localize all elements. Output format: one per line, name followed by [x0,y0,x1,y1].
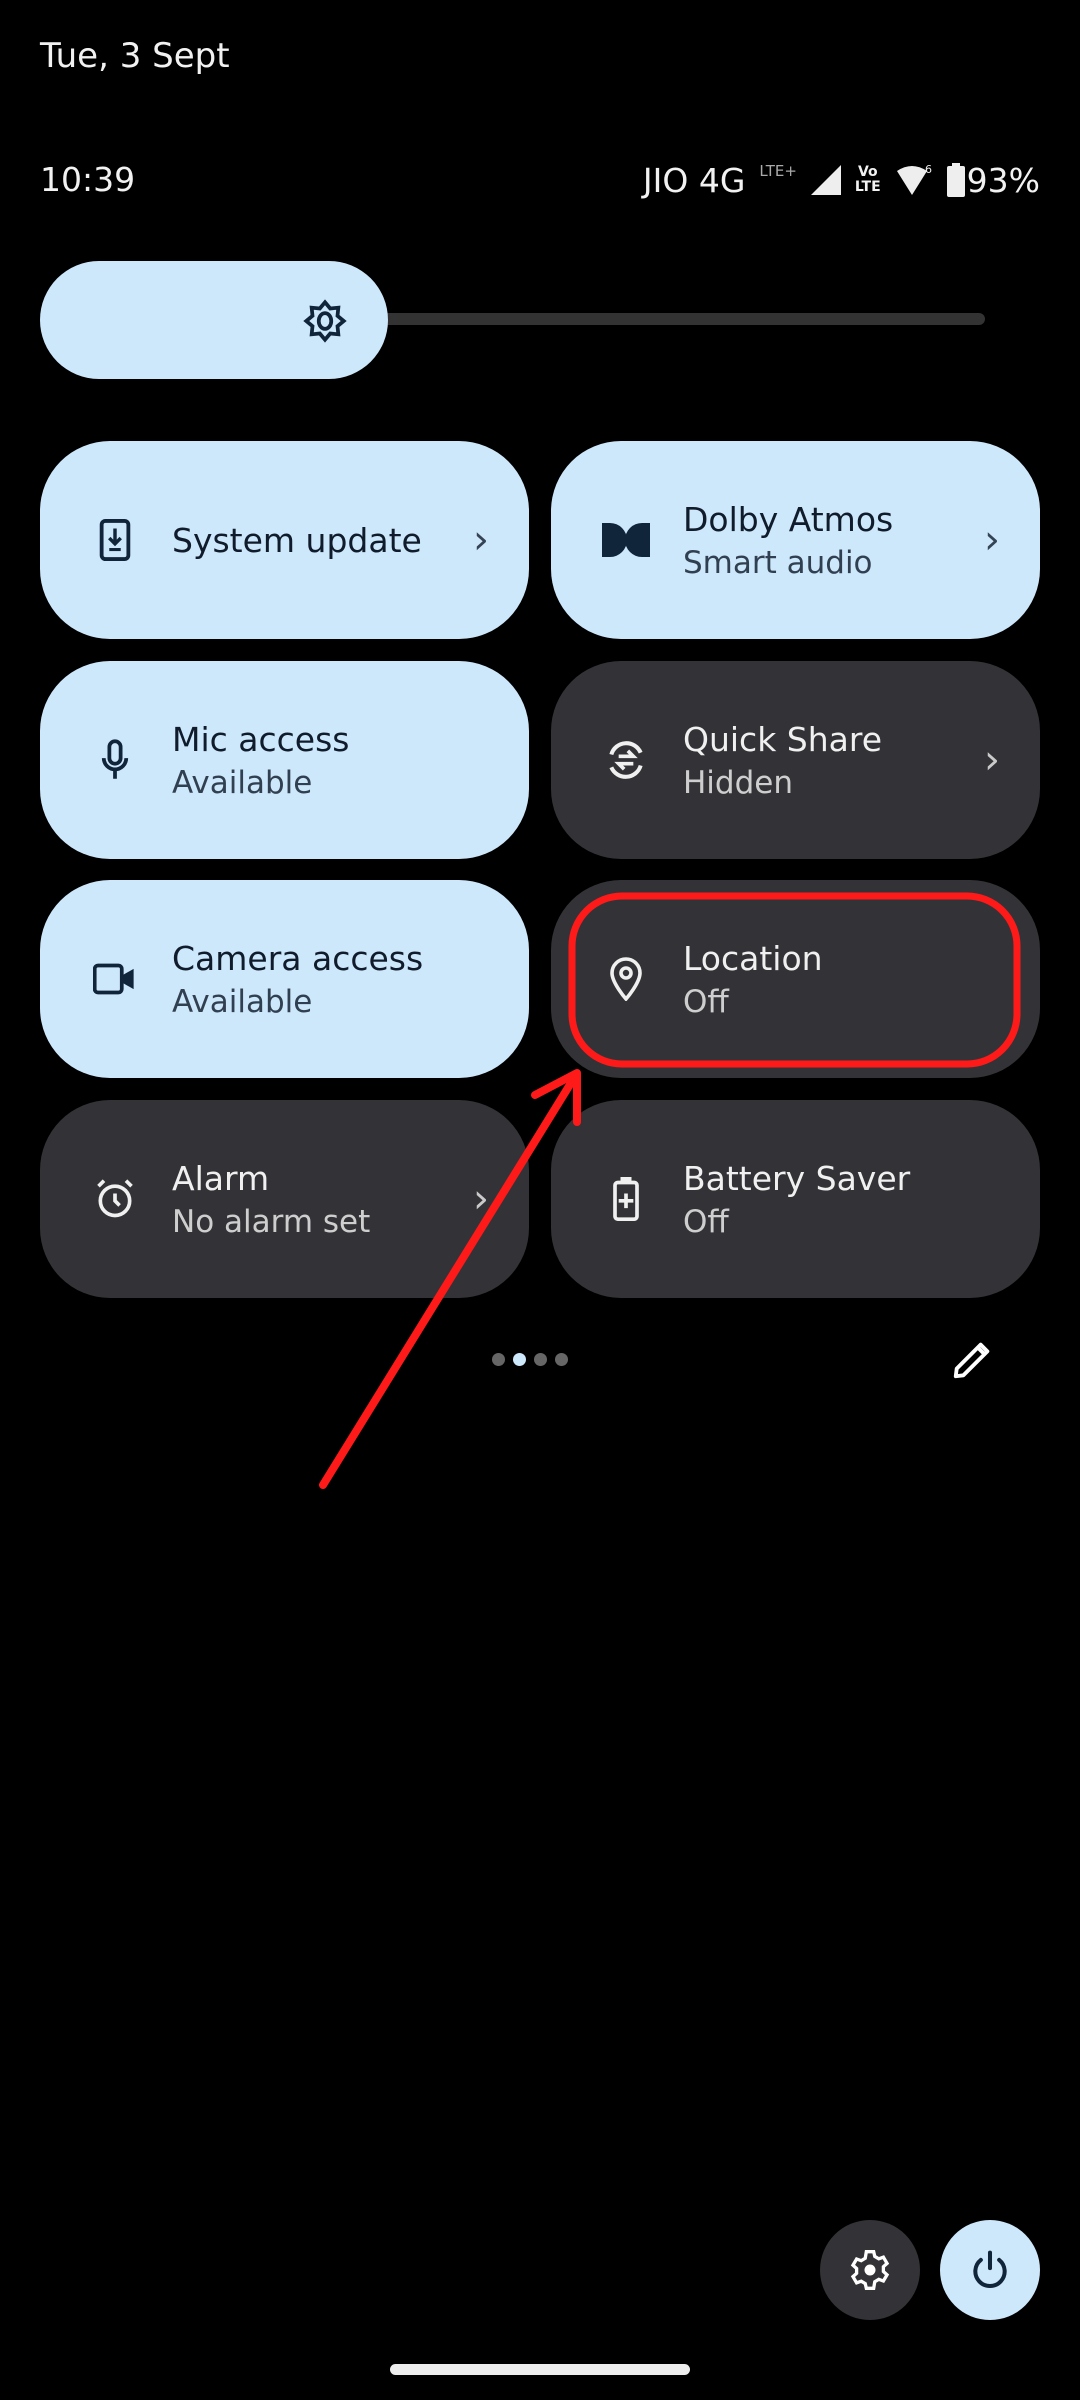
tile-title: Mic access [172,719,350,759]
location-pin-icon [601,954,651,1004]
cell-signal-icon [810,165,841,195]
tile-subtitle: Smart audio [683,544,873,581]
tile-subtitle: Available [172,764,313,801]
volte-icon: Vo LTE [854,164,881,195]
tile-subtitle: Hidden [683,764,793,801]
dolby-icon [601,515,651,565]
chevron-right-icon[interactable]: › [473,517,489,563]
date: Tue, 3 Sept [40,36,230,76]
tile-alarm[interactable]: Alarm No alarm set › [40,1100,529,1298]
battery-saver-icon [601,1174,651,1224]
power-icon [973,2250,1007,2288]
tile-title: System update [172,520,422,560]
tile-subtitle: Available [172,983,313,1020]
carrier-label: JIO 4G [642,160,746,200]
tile-quick-share[interactable]: Quick Share Hidden › [551,661,1040,859]
lte-plus-icon: LTE+ [759,162,797,180]
camera-icon [90,954,140,1004]
brightness-icon [303,299,347,343]
chevron-right-icon[interactable]: › [984,737,1000,783]
wifi-icon: 6 [896,163,932,195]
tile-title: Quick Share [683,719,883,759]
page-dot-4[interactable] [555,1353,568,1366]
page-dot-1[interactable] [492,1353,505,1366]
clock: 10:39 [40,160,136,199]
tile-subtitle: Off [683,1203,729,1240]
edit-pencil-icon[interactable] [950,1336,996,1382]
tile-system-update[interactable]: System update › [40,441,529,639]
tile-location[interactable]: Location Off [551,880,1040,1078]
annotation-arrow-head [531,1069,581,1126]
settings-button[interactable] [820,2220,920,2320]
alarm-clock-icon [90,1174,140,1224]
tile-title: Dolby Atmos [683,499,894,539]
svg-text:6: 6 [925,163,932,176]
battery-percent: 93% [966,160,1040,200]
quick-share-icon [601,735,651,785]
home-gesture-bar[interactable] [390,2364,690,2375]
gear-icon [850,2250,890,2290]
system-update-icon [90,515,140,565]
tile-title: Camera access [172,938,424,978]
tile-title: Battery Saver [683,1158,911,1198]
tile-mic-access[interactable]: Mic access Available [40,661,529,859]
tile-battery-saver[interactable]: Battery Saver Off [551,1100,1040,1298]
microphone-icon [90,735,140,785]
tile-title: Alarm [172,1158,270,1198]
tile-camera-access[interactable]: Camera access Available [40,880,529,1078]
page-dot-2[interactable] [513,1353,526,1366]
tile-title: Location [683,938,823,978]
battery-icon [946,163,965,197]
tile-dolby-atmos[interactable]: Dolby Atmos Smart audio › [551,441,1040,639]
page-dot-3[interactable] [534,1353,547,1366]
power-button[interactable] [940,2220,1040,2320]
tile-subtitle: Off [683,983,729,1020]
status-icons: JIO 4G LTE+ Vo LTE 6 93% [643,158,1040,202]
chevron-right-icon[interactable]: › [473,1176,489,1222]
chevron-right-icon[interactable]: › [984,517,1000,563]
tile-subtitle: No alarm set [172,1203,371,1240]
